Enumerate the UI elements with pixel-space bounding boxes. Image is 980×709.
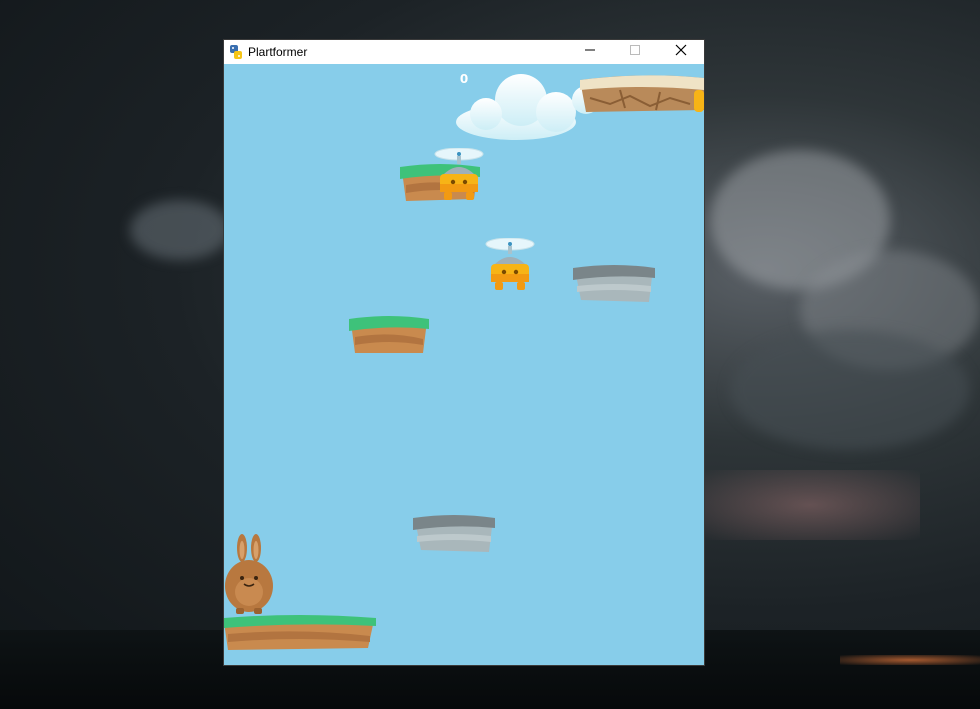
sand-platform [580, 75, 704, 112]
maximize-button[interactable] [612, 40, 658, 64]
bunny-player [225, 534, 273, 614]
game-canvas[interactable]: 0 [224, 64, 704, 665]
score-counter: 0 [459, 72, 469, 86]
propeller-flyer-partial [694, 90, 704, 112]
close-icon [675, 43, 687, 61]
propeller-flyer-enemy [485, 238, 535, 290]
stone-platform [573, 265, 655, 302]
maximize-icon [629, 43, 641, 61]
propeller-flyer-enemy [434, 148, 484, 200]
python-snake-icon [228, 44, 244, 60]
stone-platform [413, 515, 495, 552]
grass-platform [349, 316, 429, 353]
minimize-button[interactable] [567, 40, 613, 64]
close-button[interactable] [658, 40, 704, 64]
window-title: Plartformer [248, 45, 308, 59]
title-bar[interactable]: Plartformer [224, 40, 704, 64]
grass-platform [224, 615, 376, 650]
game-window: Plartformer 0 [224, 40, 704, 665]
minimize-icon [584, 43, 596, 61]
